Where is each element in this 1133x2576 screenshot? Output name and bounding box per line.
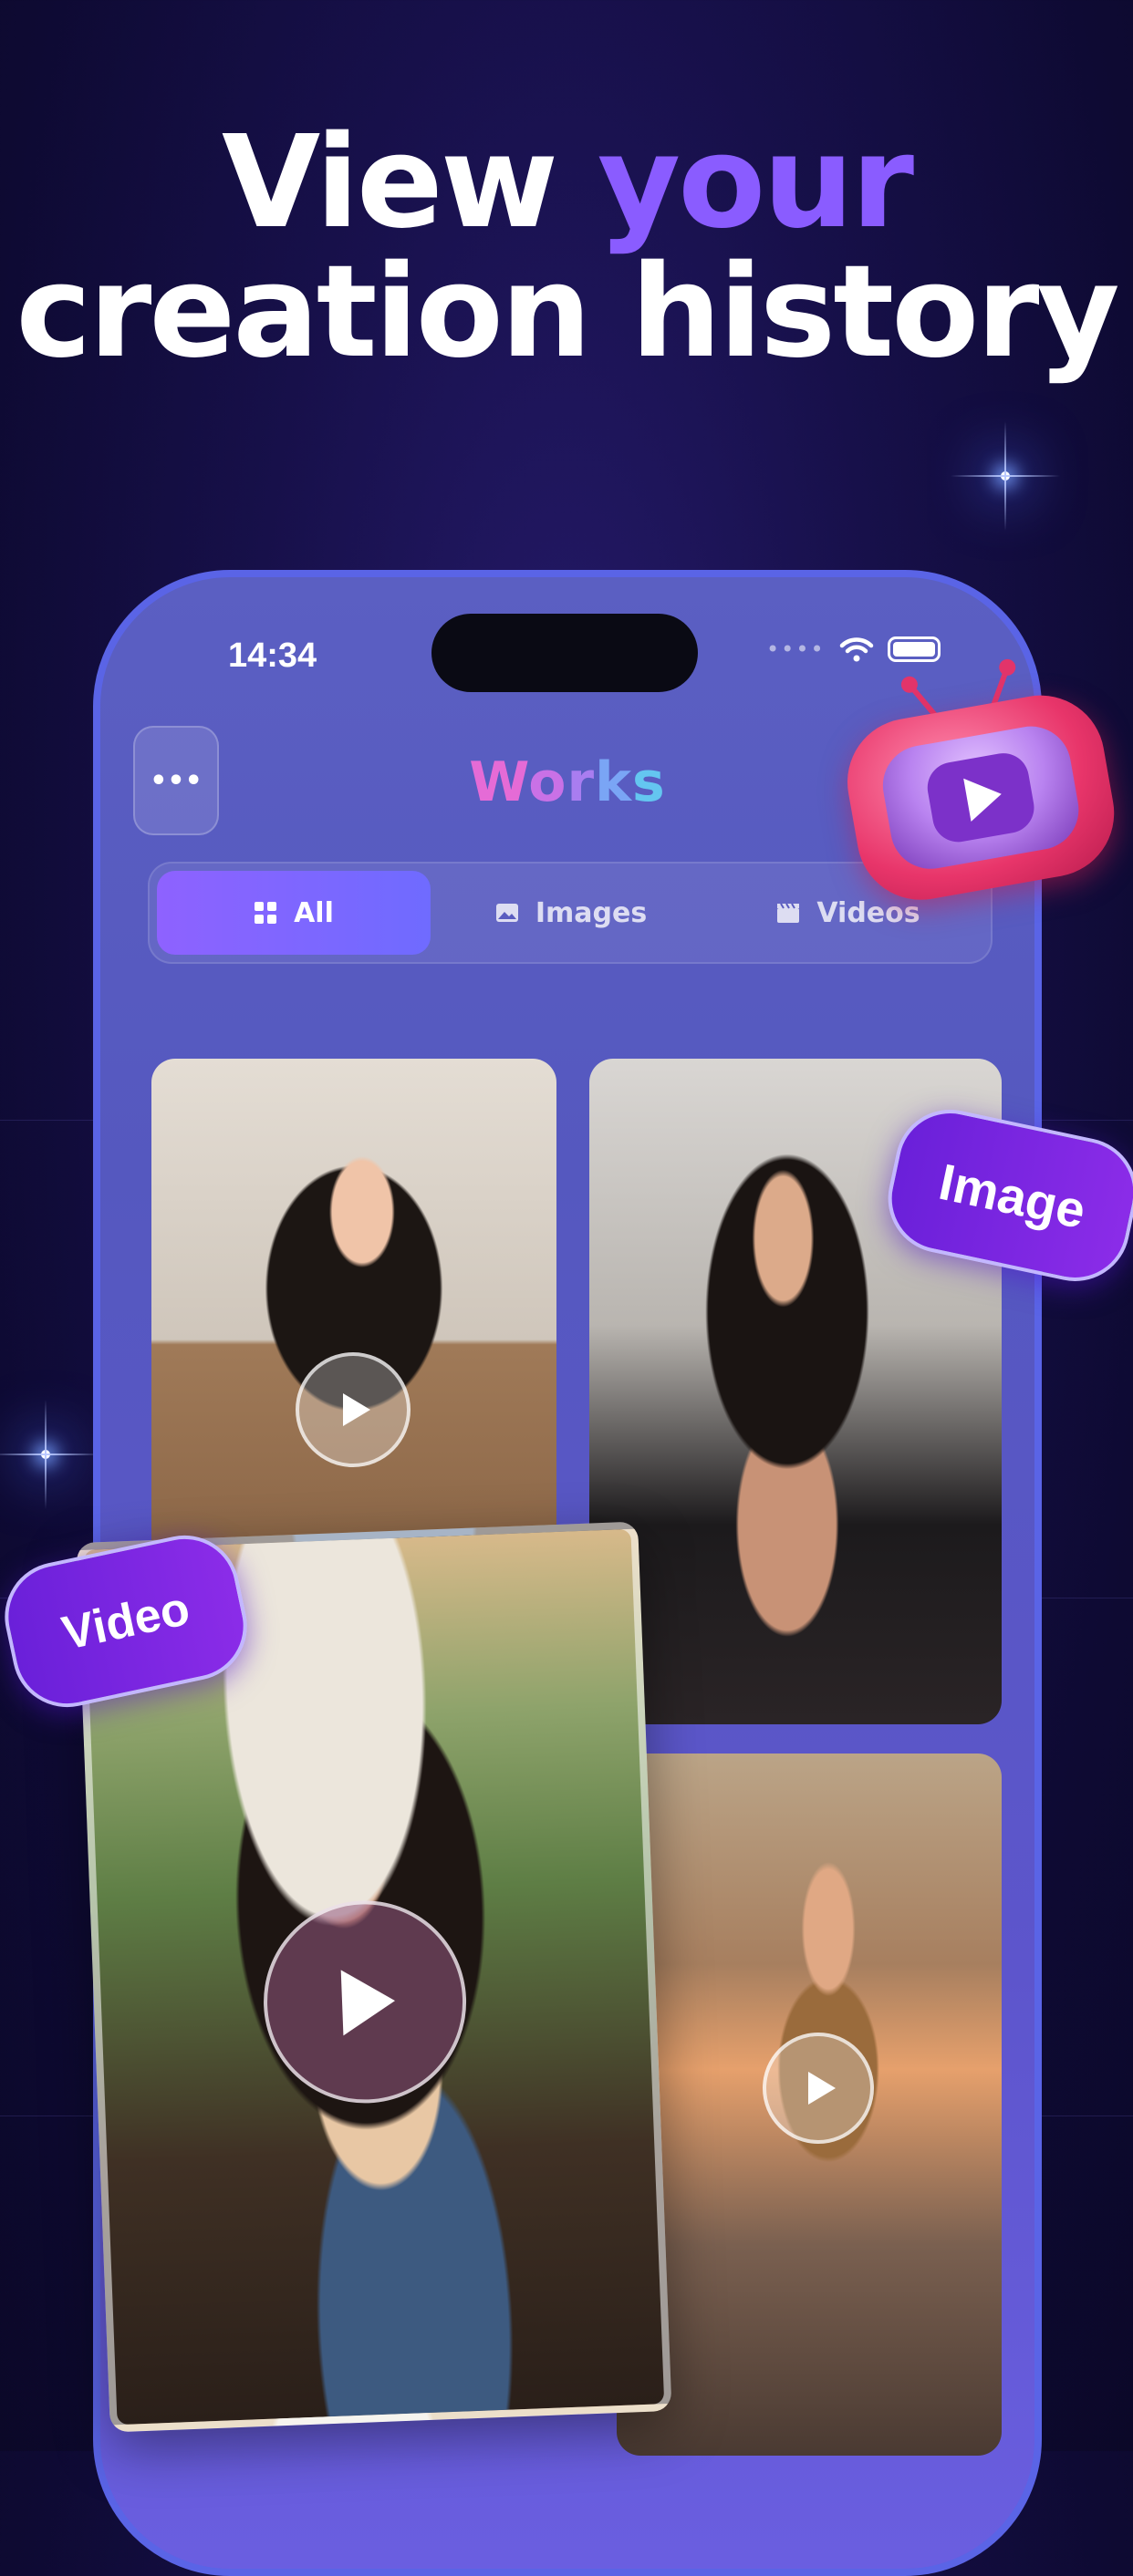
- headline-line-2: creation history: [16, 238, 1119, 387]
- tab-all[interactable]: All: [157, 871, 431, 955]
- status-icons: ••••: [766, 636, 941, 663]
- status-time: 14:34: [228, 636, 317, 675]
- headline-accent-word: your: [597, 109, 914, 257]
- image-icon: [495, 904, 518, 922]
- dynamic-island: [431, 614, 698, 692]
- headline: View your creation history: [0, 119, 1133, 378]
- tab-images[interactable]: Images: [434, 871, 708, 955]
- battery-icon: [887, 636, 941, 662]
- title-letter: o: [528, 750, 567, 814]
- work-card[interactable]: [617, 1754, 1002, 2456]
- play-icon: [343, 1393, 370, 1426]
- tv-play-icon: [831, 649, 1125, 914]
- sparkle-decoration: [951, 421, 1060, 531]
- title-letter: s: [632, 750, 666, 814]
- title-letter: k: [595, 750, 633, 814]
- wifi-icon: [839, 637, 873, 662]
- play-button[interactable]: [763, 2033, 874, 2144]
- clapper-icon: [777, 903, 800, 923]
- title-letter: r: [566, 750, 596, 814]
- play-icon: [340, 1968, 397, 2036]
- grid-icon: [255, 902, 277, 924]
- tab-label: Images: [535, 896, 648, 929]
- title-letter: W: [469, 750, 529, 814]
- tab-label: All: [294, 896, 334, 929]
- play-icon: [963, 772, 1005, 822]
- play-icon: [808, 2072, 836, 2105]
- play-button[interactable]: [259, 1897, 471, 2107]
- headline-word: View: [221, 109, 558, 257]
- play-button[interactable]: [296, 1352, 411, 1467]
- sparkle-decoration: [0, 1400, 100, 1509]
- work-card[interactable]: [151, 1059, 556, 1569]
- cellular-icon: ••••: [766, 636, 826, 662]
